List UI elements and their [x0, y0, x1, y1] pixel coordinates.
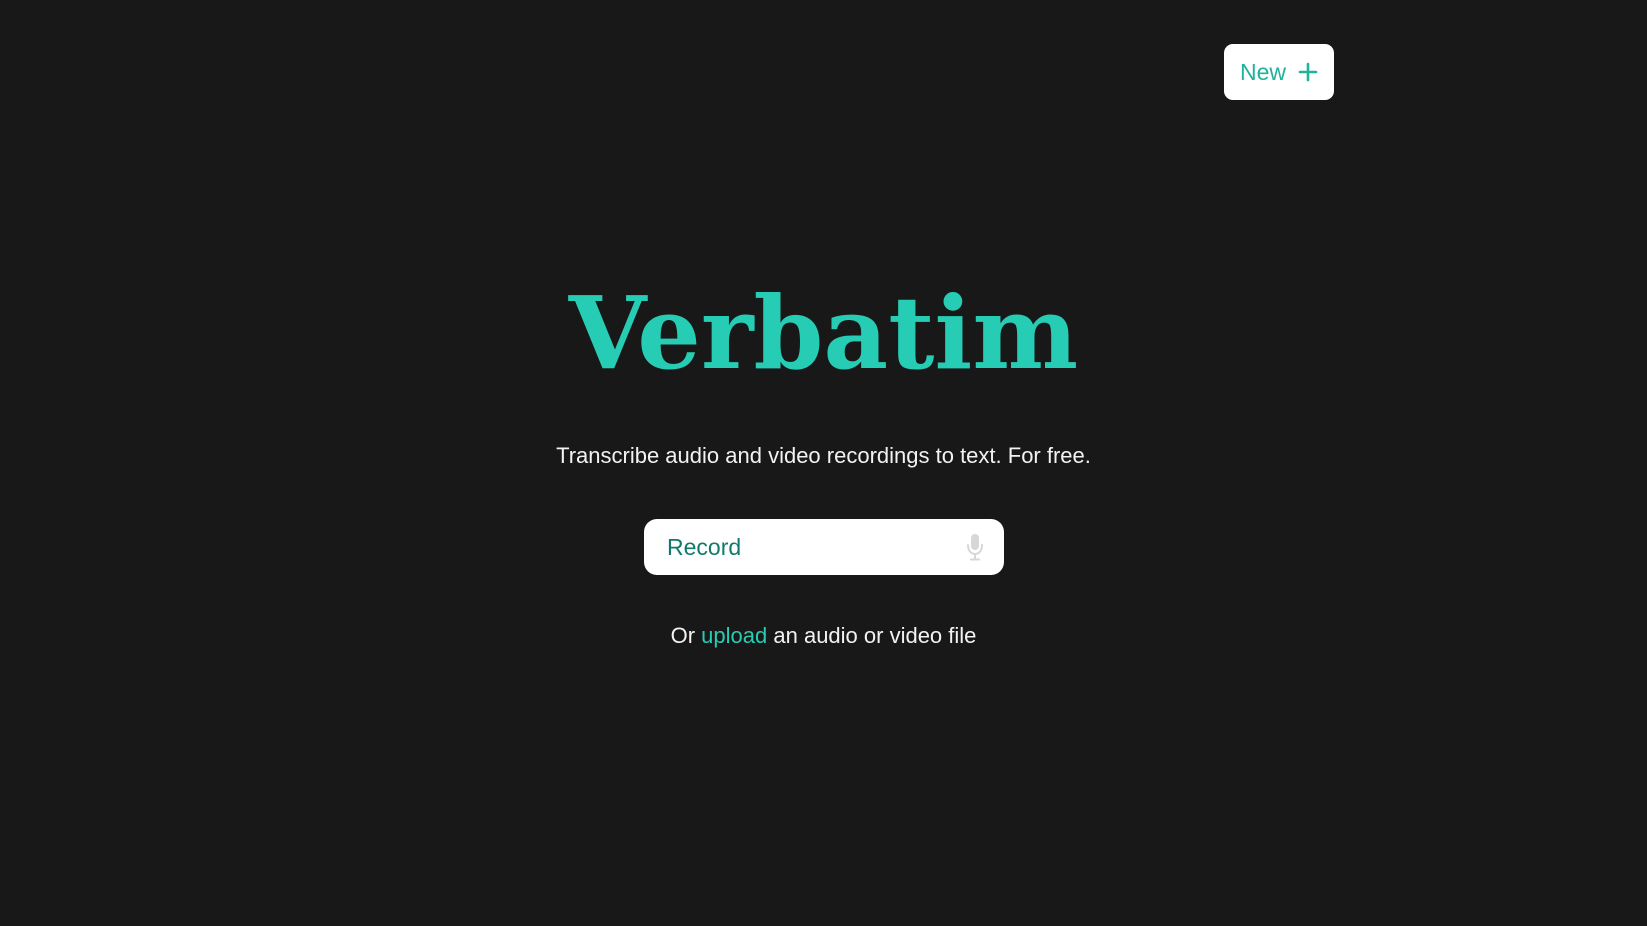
upload-prefix: Or [670, 623, 696, 648]
tagline: Transcribe audio and video recordings to… [556, 443, 1091, 468]
plus-icon [1298, 62, 1318, 82]
upload-suffix: an audio or video file [773, 623, 977, 648]
record-button[interactable]: Record [644, 519, 1004, 575]
upload-prompt: Or upload an audio or video file [0, 620, 1647, 652]
new-button[interactable]: New [1224, 44, 1334, 100]
app-title: Verbatim [568, 274, 1079, 392]
upload-link[interactable]: upload [701, 623, 767, 648]
record-label: Record [667, 533, 742, 560]
new-button-label: New [1239, 58, 1286, 85]
microphone-icon [967, 534, 983, 561]
